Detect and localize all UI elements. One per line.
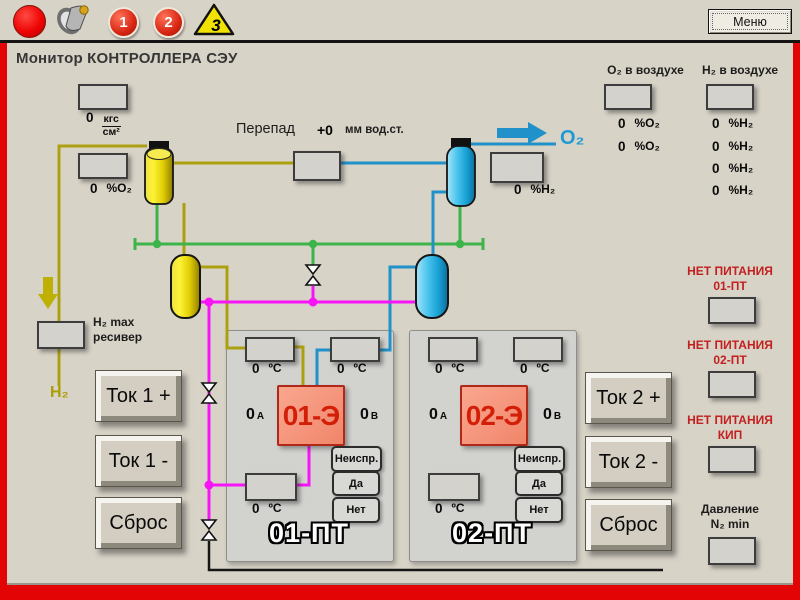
o2-air-row: 0%O₂ — [618, 139, 660, 154]
n2-pressure-box — [708, 537, 756, 565]
reset-1-button[interactable]: Сброс — [95, 497, 182, 549]
fault-button[interactable]: Неиспр. — [331, 446, 382, 472]
temp-indicator-box — [513, 337, 563, 362]
yes-button[interactable]: Да — [515, 471, 563, 496]
alert-02pt-box — [708, 371, 756, 398]
h2-receiver-label: H₂ maxресивер — [93, 315, 142, 345]
temp-reading-right: 0ºC — [337, 361, 367, 376]
fault-button[interactable]: Неиспр. — [514, 446, 565, 472]
electrolyzer-01-box: 01-Э — [277, 385, 345, 446]
scada-screen: { "toolbar": { "menu_label": "Меню", "al… — [0, 0, 800, 600]
h2-sensor-box — [490, 152, 544, 183]
menu-button[interactable]: Меню — [708, 9, 792, 34]
h2-air-row: 0%H₂ — [712, 161, 753, 176]
h2-air-label: H₂ в воздухе — [681, 63, 799, 78]
perepad-indicator-box — [293, 151, 341, 181]
pressure-indicator-box — [78, 84, 128, 110]
toolbar-separator — [0, 40, 800, 43]
o2-air-box — [604, 84, 652, 110]
perepad-value: +0 — [317, 122, 333, 138]
pressure-reading: 0 кгс см² — [86, 110, 121, 138]
temp-indicator-box — [330, 337, 380, 362]
current-b-reading: 0B — [360, 406, 378, 424]
alarm-badge-2: 2 — [153, 7, 184, 38]
o2-sensor-box — [78, 153, 128, 179]
o2-air-row: 0%O₂ — [618, 116, 660, 131]
current-b-reading: 0B — [543, 406, 561, 424]
h2-sensor-reading: 0%H₂ — [514, 182, 555, 197]
yes-button[interactable]: Да — [332, 471, 380, 496]
h2-air-row: 0%H₂ — [712, 183, 753, 198]
n2-pressure-label: ДавлениеN₂ min — [678, 502, 782, 532]
current-a-reading: 0A — [429, 406, 447, 424]
temp-reading-right: 0ºC — [520, 361, 550, 376]
temp-indicator-box — [428, 473, 480, 501]
current-2-increase-button[interactable]: Ток 2 + — [585, 372, 672, 424]
alarm-lamp-icon — [13, 5, 46, 38]
alarm-badge-1: 1 — [108, 7, 139, 38]
svg-text:3: 3 — [211, 16, 221, 35]
temp-indicator-box — [245, 473, 297, 501]
toolbar: 1 2 3 Меню — [0, 0, 800, 40]
h2-outlet-label: H₂ — [50, 384, 69, 402]
perepad-unit: мм вод.ст. — [345, 124, 404, 136]
h2-air-box — [706, 84, 754, 110]
temp-indicator-box — [428, 337, 478, 362]
perepad-label: Перепад — [236, 121, 295, 137]
alert-kip-box — [708, 446, 756, 473]
temp-reading-left: 0ºC — [435, 361, 465, 376]
alert-no-power-02pt: НЕТ ПИТАНИЯ02-ПТ — [678, 338, 782, 368]
panel-name: 01-ПТ — [226, 518, 392, 549]
temp-reading-left: 0ºC — [252, 361, 282, 376]
h2-receiver-box — [37, 321, 85, 349]
current-1-decrease-button[interactable]: Ток 1 - — [95, 435, 182, 487]
alert-no-power-kip: НЕТ ПИТАНИЯКИП — [678, 413, 782, 443]
temp-indicator-box — [245, 337, 295, 362]
alert-01pt-box — [708, 297, 756, 324]
current-2-decrease-button[interactable]: Ток 2 - — [585, 436, 672, 488]
pt-panel-02-content: 0ºC 0ºC 02-Э 0A 0B 0ºC Неиспр. Да Нет 02… — [409, 330, 575, 560]
h2-air-row: 0%H₂ — [712, 116, 753, 131]
o2-sensor-reading: 0%O₂ — [90, 181, 132, 196]
o2-outlet-label: O₂ — [560, 127, 584, 150]
temp-reading-bottom: 0ºC — [252, 501, 282, 516]
current-1-increase-button[interactable]: Ток 1 + — [95, 370, 182, 422]
current-a-reading: 0A — [246, 406, 264, 424]
warning-triangle-icon: 3 — [192, 3, 236, 39]
electrolyzer-02-box: 02-Э — [460, 385, 528, 446]
horn-icon — [56, 2, 94, 38]
page-title: Монитор КОНТРОЛЛЕРА СЭУ — [16, 50, 237, 67]
panel-name: 02-ПТ — [409, 518, 575, 549]
pressure-unit: кгс см² — [102, 114, 121, 138]
h2-air-row: 0%H₂ — [712, 139, 753, 154]
reset-2-button[interactable]: Сброс — [585, 499, 672, 551]
alert-no-power-01pt: НЕТ ПИТАНИЯ01-ПТ — [678, 264, 782, 294]
temp-reading-bottom: 0ºC — [435, 501, 465, 516]
pt-panel-01-content: 0ºC 0ºC 01-Э 0A 0B 0ºC Неиспр. Да Нет 01… — [226, 330, 392, 560]
